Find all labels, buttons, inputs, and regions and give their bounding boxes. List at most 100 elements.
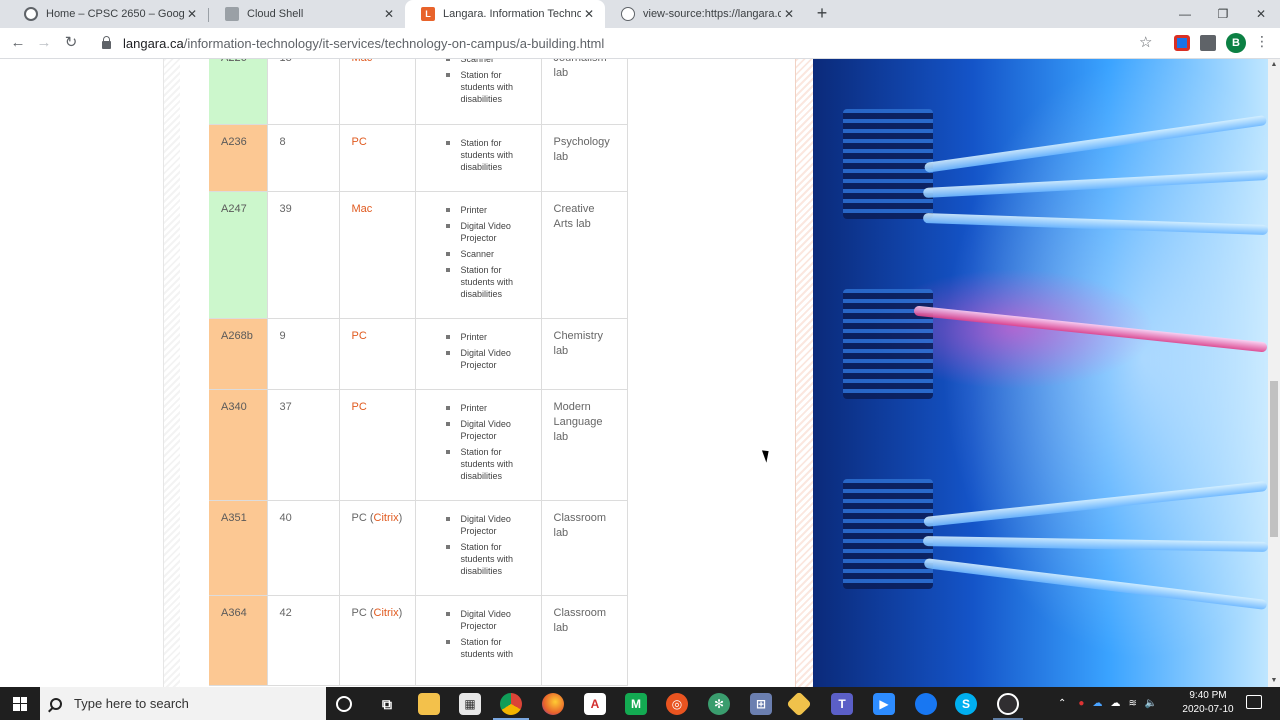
- citrix-link[interactable]: Citrix: [374, 512, 399, 524]
- onedrive-error-icon[interactable]: ●: [1078, 698, 1084, 709]
- git-icon[interactable]: [786, 691, 812, 717]
- tab-langara[interactable]: L Langara. Information Technology ✕: [405, 0, 605, 28]
- teams-icon[interactable]: T: [831, 693, 853, 715]
- cable: [922, 535, 1268, 553]
- new-tab-button[interactable]: +: [812, 4, 832, 24]
- cloud-icon[interactable]: ☁: [1110, 698, 1120, 709]
- cloud-icon[interactable]: ☁: [1092, 698, 1102, 709]
- scroll-up-arrow-icon[interactable]: ▲: [1268, 59, 1280, 71]
- clock-date: 2020-07-10: [1182, 704, 1234, 715]
- tab-title: view-source:https://langara.ca/in: [643, 8, 781, 20]
- close-icon[interactable]: ✕: [381, 6, 397, 22]
- seats-cell: 37: [267, 389, 340, 501]
- bookmark-star-icon[interactable]: ☆: [1139, 33, 1152, 51]
- notifications-icon[interactable]: [1246, 695, 1262, 709]
- skype-icon[interactable]: S: [955, 693, 977, 715]
- equipment-cell: Printer Digital Video Projector: [415, 318, 542, 390]
- wifi-icon[interactable]: ≋: [1128, 698, 1136, 709]
- vertical-scrollbar[interactable]: ▲ ▼: [1268, 59, 1280, 687]
- tab-cloud-shell[interactable]: Cloud Shell ✕: [209, 0, 405, 28]
- tab-title: Home – CPSC 2650 – Google Clo: [46, 8, 184, 20]
- ubuntu-icon[interactable]: ◎: [666, 693, 688, 715]
- cortana-icon[interactable]: [336, 696, 352, 712]
- profile-avatar[interactable]: B: [1226, 33, 1246, 53]
- network-app-icon[interactable]: ⊞: [750, 693, 772, 715]
- table-row: A268b 9 PC Printer Digital Video Projector Ch…: [209, 318, 628, 390]
- scroll-down-arrow-icon[interactable]: ▼: [1268, 675, 1280, 687]
- web-page: A22613 Mac Scanner Station for students wit…: [0, 59, 1268, 687]
- list-item: Printer: [428, 402, 529, 414]
- equipment-list: Digital Video Projector Station for stude…: [428, 513, 529, 577]
- acrobat-icon[interactable]: A: [584, 693, 606, 715]
- chevron-up-icon[interactable]: ⌃: [1058, 698, 1066, 709]
- minimize-button[interactable]: —: [1166, 0, 1204, 28]
- network-cables-image: [813, 59, 1268, 687]
- menu-kebab-icon[interactable]: ⋮: [1255, 33, 1269, 50]
- close-icon[interactable]: ✕: [184, 6, 200, 22]
- tab-view-source[interactable]: view-source:https://langara.ca/in ✕: [605, 0, 805, 28]
- tab-title: Cloud Shell: [247, 8, 304, 20]
- platform-link[interactable]: Mac: [352, 59, 373, 64]
- list-item: Printer: [428, 204, 529, 216]
- lock-icon[interactable]: [102, 36, 111, 49]
- tab-google-cloud[interactable]: Home – CPSC 2650 – Google Clo ✕: [8, 0, 208, 28]
- chrome-icon[interactable]: [500, 693, 522, 715]
- reload-icon[interactable]: ↻: [61, 33, 81, 53]
- back-arrow-icon[interactable]: ←: [8, 33, 28, 53]
- platform-link[interactable]: Mac: [352, 203, 373, 215]
- task-view-icon[interactable]: ⧉: [376, 693, 398, 715]
- search-placeholder: Type here to search: [74, 696, 189, 711]
- platform-cell: PC (Citrix): [339, 500, 416, 596]
- switch-rack: [843, 479, 933, 589]
- close-icon[interactable]: ✕: [781, 6, 797, 22]
- list-item: Printer: [428, 331, 529, 343]
- platform-cell: PC: [339, 124, 416, 192]
- platform-link[interactable]: PC: [352, 401, 367, 413]
- mongodb-compass-icon[interactable]: M: [625, 693, 647, 715]
- table-row: A247 39 Mac Printer Digital Video Projector S…: [209, 191, 628, 319]
- start-button[interactable]: [0, 687, 40, 720]
- browser-toolbar: ← → ↻ langara.ca/information-technology/…: [0, 28, 1280, 59]
- platform-link[interactable]: PC: [352, 136, 367, 148]
- seats-cell: 9: [267, 318, 340, 390]
- platform-link[interactable]: PC: [352, 330, 367, 342]
- equipment-list: Printer Digital Video Projector: [428, 331, 529, 371]
- obs-icon[interactable]: [997, 693, 1019, 715]
- messenger-icon[interactable]: [915, 693, 937, 715]
- extension-icon[interactable]: [1174, 35, 1190, 51]
- search-icon: [50, 697, 62, 710]
- taskbar-clock[interactable]: 9:40 PM 2020-07-10: [1176, 689, 1240, 717]
- system-tray: ⌃ ● ☁ ☁ ≋ 🔈: [1058, 687, 1157, 720]
- citrix-link[interactable]: Citrix: [374, 607, 399, 619]
- lab-type-cell: Modern Language lab: [541, 389, 628, 501]
- room-cell: A268b: [209, 318, 268, 390]
- forward-arrow-icon[interactable]: →: [34, 33, 54, 53]
- chatgpt-icon[interactable]: ✻: [708, 693, 730, 715]
- close-window-button[interactable]: ✕: [1242, 0, 1280, 28]
- equipment-cell: Printer Digital Video Projector Station fo…: [415, 389, 542, 501]
- platform-cell: PC (Citrix): [339, 595, 416, 686]
- equipment-cell: Printer Digital Video Projector Scanner Sta…: [415, 191, 542, 319]
- labs-table: A22613 Mac Scanner Station for students wit…: [209, 59, 628, 686]
- platform-cell: PC: [339, 389, 416, 501]
- windows-taskbar: Type here to search ⧉ ▦ A M ◎ ✻ ⊞ T ▶ S …: [0, 687, 1280, 720]
- equipment-list: Scanner Station for students with disabil…: [428, 59, 529, 105]
- store-icon[interactable]: ▦: [459, 693, 481, 715]
- address-bar[interactable]: langara.ca/information-technology/it-ser…: [90, 31, 1165, 56]
- zoom-icon[interactable]: ▶: [873, 693, 895, 715]
- maximize-button[interactable]: ❐: [1204, 0, 1242, 28]
- room-cell: A340: [209, 389, 268, 501]
- close-icon[interactable]: ✕: [581, 6, 597, 22]
- globe-icon: [621, 7, 635, 21]
- extensions-puzzle-icon[interactable]: [1200, 35, 1216, 51]
- scrollbar-thumb[interactable]: [1270, 381, 1278, 537]
- lab-type-cell: Journalism lab: [541, 59, 628, 125]
- cable: [922, 169, 1268, 199]
- platform-cell: PC: [339, 318, 416, 390]
- file-explorer-icon[interactable]: [418, 693, 440, 715]
- taskbar-search[interactable]: Type here to search: [40, 687, 326, 720]
- equipment-list: Digital Video Projector Station for stude…: [428, 608, 529, 660]
- firefox-icon[interactable]: [542, 693, 564, 715]
- volume-icon[interactable]: 🔈: [1145, 698, 1157, 709]
- seats-cell: 39: [267, 191, 340, 319]
